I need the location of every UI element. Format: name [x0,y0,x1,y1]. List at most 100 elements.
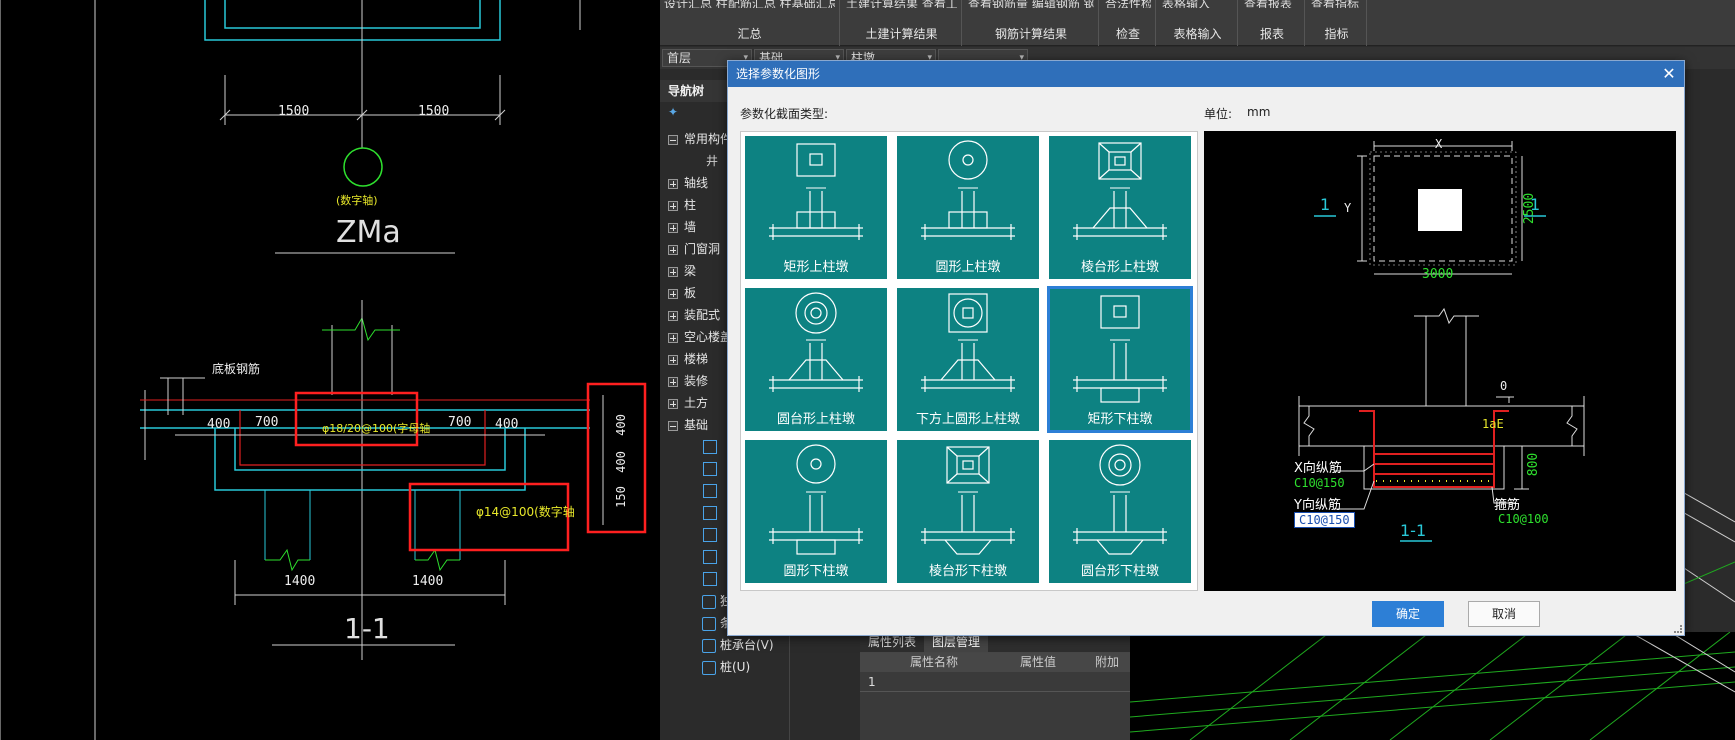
x-rebar-value: C10@150 [1294,476,1345,490]
3d-viewport-drawing [1130,632,1735,740]
add-icon[interactable]: ✦ [668,105,678,119]
nav-sub-item[interactable]: 桩(U) [702,656,750,678]
ribbon-group: 查看指标 指标 [1307,0,1367,46]
nav-item[interactable]: 装配式 [660,304,720,326]
component-type-icon[interactable] [703,462,717,476]
component-type-icon[interactable] [703,528,717,542]
expand-icon[interactable] [668,398,678,409]
mid-dim-2: 700 [255,415,279,430]
expand-icon[interactable] [668,266,678,277]
nav-item-label: 空心楼盖 [684,330,733,344]
nav-item-label: 墙 [684,220,697,234]
preview-dim-y: Y [1344,201,1352,215]
shape-option[interactable]: 棱台形上柱墩 [1049,136,1191,279]
nav-item[interactable]: 板 [660,282,696,304]
ribbon-group-tools[interactable]: 查看报表 [1244,0,1300,8]
nav-item-label: 常用构件 [684,132,733,146]
vert-dim-1: 400 [613,414,628,436]
component-type-icon[interactable] [703,440,717,454]
foundation-icon [702,616,716,631]
unit-value: mm [1247,105,1271,119]
ribbon-group-tools[interactable]: 合法性检查 [1105,0,1151,8]
zma-title: ZMa [336,215,401,250]
ribbon-group-tools[interactable]: 设计汇总 柱配筋汇总 柱基础汇总 [664,0,835,8]
nav-item[interactable]: 常用构件 [660,128,732,150]
nav-item[interactable]: 柱 [660,194,696,216]
nav-item-label: 梁 [684,264,697,278]
mid-dim-3: 700 [448,415,472,430]
col-prop-extra: 附加 [1095,655,1120,669]
grid-icon[interactable]: 井 [706,150,718,172]
ribbon-group-tools[interactable]: 表格输入 [1162,0,1233,8]
top-dim-left: 1500 [278,104,310,119]
ribbon-group-tools[interactable]: 土建计算结果 查看工程量 [846,0,957,8]
shape-option-label: 圆台形下柱墩 [1080,564,1159,579]
expand-icon[interactable] [668,288,678,299]
nav-item[interactable]: 门窗洞 [660,238,720,260]
y-rebar-value-input[interactable]: C10@150 [1294,512,1355,528]
preview-section-mark-left: 1 [1320,195,1331,214]
nav-item[interactable]: 梁 [660,260,696,282]
shape-option[interactable]: 圆台形上柱墩 [745,288,887,431]
base-rebar-label: 底板钢筋 [212,362,261,376]
expand-icon[interactable] [668,222,678,233]
expand-icon[interactable] [668,178,678,189]
resize-grip[interactable] [1674,625,1682,633]
preview-section-title: 1-1 [1400,521,1427,540]
ribbon-group-tools[interactable]: 查看指标 [1311,0,1362,8]
component-type-icon[interactable] [703,550,717,564]
expand-icon[interactable] [668,310,678,321]
shape-option[interactable]: 圆形下柱墩 [745,440,887,583]
nav-sub-item[interactable]: 桩承台(V) [702,634,774,656]
expand-icon[interactable] [668,200,678,211]
rebar-callout-1: φ18/20@100(字母轴 [322,422,431,435]
cad-drawing-canvas[interactable]: 1500 1500 (数字轴) ZMa 底板钢筋 400 700 700 400… [0,0,660,740]
dialog-title: 选择参数化图形 [736,67,821,81]
preview-dim-0: 0 [1500,379,1508,393]
close-icon[interactable]: ✕ [1660,61,1678,87]
ribbon-group-tools[interactable]: 查看钢筋量 编辑钢筋 钢筋三维 [968,0,1094,8]
collapse-icon[interactable] [668,420,678,431]
shape-option[interactable]: 矩形下柱墩 [1047,286,1193,433]
shape-option-label: 矩形上柱墩 [783,260,849,275]
component-type-icon[interactable] [703,506,717,520]
shape-option-label: 圆形上柱墩 [935,260,1001,275]
nav-item[interactable]: 轴线 [660,172,708,194]
expand-icon[interactable] [668,354,678,365]
nav-item[interactable]: 土方 [660,392,708,414]
component-type-icon[interactable] [703,572,717,586]
nav-item-label: 基础 [684,418,709,432]
3d-viewport[interactable] [1130,632,1735,740]
shape-option[interactable]: 圆台形下柱墩 [1049,440,1191,583]
ribbon-group-label: 检查 [1115,27,1140,41]
nav-item-label: 轴线 [684,176,709,190]
expand-icon[interactable] [668,332,678,343]
nav-item[interactable]: 空心楼盖 [660,326,732,348]
vert-dim-3: 150 [613,486,628,508]
shape-option[interactable]: 棱台形下柱墩 [897,440,1039,583]
col-prop-name: 属性名称 [910,655,959,669]
select-value: 首层 [667,51,692,65]
nav-item[interactable]: 装修 [660,370,708,392]
shape-option[interactable]: 下方上圆形上柱墩 [897,288,1039,431]
mid-dim-4: 400 [495,417,519,432]
nav-item[interactable]: 墙 [660,216,696,238]
component-type-icon[interactable] [703,484,717,498]
foundation-icon [702,660,716,675]
shape-option-label: 矩形下柱墩 [1087,412,1153,427]
nav-item-label: 装配式 [684,308,721,322]
properties-row[interactable]: 1 [860,672,1130,692]
expand-icon[interactable] [668,244,678,255]
mid-dim-1: 400 [207,417,231,432]
cad-section-title: 1-1 [344,612,390,645]
shape-option[interactable]: 圆形上柱墩 [897,136,1039,279]
ribbon-group-label: 钢筋计算结果 [994,27,1067,41]
collapse-icon[interactable] [668,134,678,145]
ribbon-group: 查看钢筋量 编辑钢筋 钢筋三维钢筋计算结果 [964,0,1099,46]
cancel-button[interactable]: 取消 [1468,601,1540,627]
ok-button[interactable]: 确定 [1372,601,1444,627]
nav-item[interactable]: 楼梯 [660,348,708,370]
shape-option[interactable]: 矩形上柱墩 [745,136,887,279]
expand-icon[interactable] [668,376,678,387]
nav-item[interactable]: 基础 [660,414,708,436]
